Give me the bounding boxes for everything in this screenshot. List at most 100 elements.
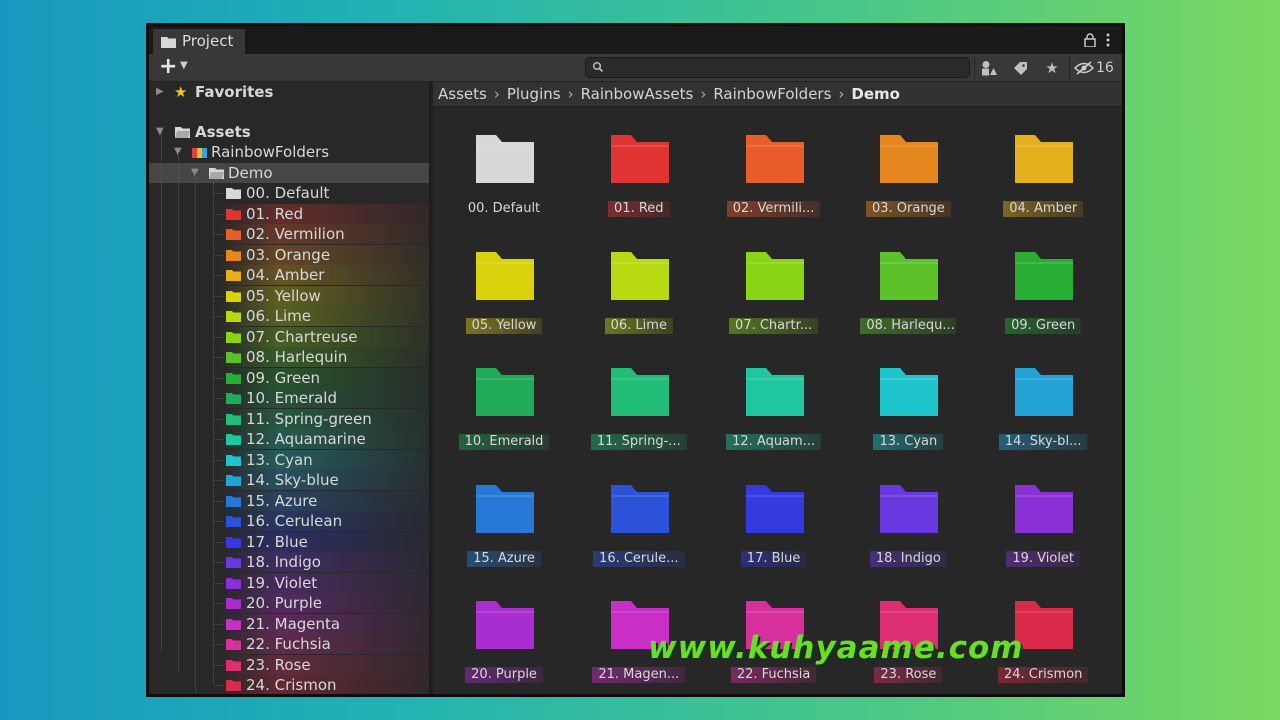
filter-by-label-button[interactable]: [1005, 56, 1035, 80]
folder-icon: [476, 368, 534, 416]
folder-icon: [226, 454, 241, 466]
tree-branch-line: [214, 193, 223, 194]
collapse-arrow-icon[interactable]: ▼: [156, 122, 164, 142]
chevron-down-icon[interactable]: ▼: [180, 60, 188, 71]
create-button[interactable]: +: [159, 56, 177, 78]
folder-label: 12. Aquam...: [726, 434, 822, 450]
folder-label: 14. Sky-bl...: [998, 434, 1088, 450]
folder-tile[interactable]: 11. Spring-...: [572, 341, 706, 457]
folder-tile[interactable]: 07. Chartr...: [707, 225, 841, 341]
tree-folder-item[interactable]: 20. Purple: [149, 593, 429, 613]
tree-assets[interactable]: ▼ Assets: [149, 122, 429, 142]
folder-tile[interactable]: 09. Green: [976, 225, 1110, 341]
tree-folder-item[interactable]: 10. Emerald: [149, 388, 429, 408]
tree-folder-item[interactable]: 23. Rose: [149, 654, 429, 675]
tree-folder-item[interactable]: 09. Green: [149, 367, 429, 388]
breadcrumb-item[interactable]: RainbowAssets: [581, 82, 694, 107]
tag-icon: [1013, 61, 1027, 75]
lock-icon[interactable]: [1084, 33, 1096, 47]
folder-icon: [610, 251, 669, 300]
folder-icon: [476, 601, 534, 649]
folder-grid: 00. Default 01. Red 02. Vermili... 03. Oran…: [433, 108, 1122, 694]
tree-branch-line: [214, 377, 223, 379]
tree-folder-item[interactable]: 00. Default: [149, 183, 429, 203]
folder-label: 02. Vermili...: [726, 201, 821, 217]
folder-label-wrap: 01. Red: [572, 201, 706, 222]
tree-folder-item[interactable]: 13. Cyan: [149, 449, 429, 470]
tab-project[interactable]: Project: [153, 29, 245, 54]
folder-tile[interactable]: 18. Indigo: [841, 458, 975, 574]
folder-tile[interactable]: 12. Aquam...: [707, 341, 841, 457]
search-input[interactable]: [586, 59, 969, 79]
folder-open-icon: [209, 168, 224, 179]
save-search-button[interactable]: ★: [1037, 56, 1067, 80]
tree-label: 07. Chartreuse: [246, 327, 358, 346]
folder-tile[interactable]: 15. Azure: [437, 458, 571, 574]
tree-folder-item[interactable]: 18. Indigo: [149, 552, 429, 572]
folder-tile[interactable]: 08. Harlequ...: [841, 225, 975, 341]
tree-rainbowfolders[interactable]: ▼ RainbowFolders: [149, 142, 429, 162]
folder-tile[interactable]: 04. Amber: [976, 108, 1110, 224]
tree-branch-line: [214, 500, 223, 502]
breadcrumb-item[interactable]: Demo: [851, 82, 900, 107]
tree-branch-line: [214, 480, 223, 481]
tree-folder-item[interactable]: 12. Aquamarine: [149, 429, 429, 449]
folder-tile[interactable]: 03. Orange: [841, 108, 975, 224]
folder-label: 18. Indigo: [869, 550, 947, 567]
folder-tile[interactable]: 06. Lime: [572, 225, 706, 341]
folder-tile[interactable]: 20. Purple: [437, 574, 571, 690]
tree-folder-item[interactable]: 17. Blue: [149, 531, 429, 552]
breadcrumb-item[interactable]: Plugins: [507, 82, 561, 107]
tab-bar: Project: [149, 26, 1122, 54]
search-field[interactable]: [585, 57, 970, 79]
tree-folder-item[interactable]: 14. Sky-blue: [149, 470, 429, 490]
tree-folder-item[interactable]: 16. Cerulean: [149, 511, 429, 531]
tree-branch-line: [214, 295, 223, 297]
tree-folder-item[interactable]: 22. Fuchsia: [149, 634, 429, 654]
folder-icon: [745, 368, 804, 416]
breadcrumb-item[interactable]: RainbowFolders: [713, 82, 831, 107]
folder-tile[interactable]: 19. Violet: [976, 458, 1110, 574]
folder-tile[interactable]: 10. Emerald: [437, 341, 571, 457]
tree-demo[interactable]: ▼ Demo: [149, 163, 429, 183]
tree-branch-line: [214, 336, 223, 338]
folder-tile[interactable]: 00. Default: [437, 108, 571, 224]
tree-folder-item[interactable]: 02. Vermilion: [149, 224, 429, 244]
tree-branch-line: [214, 234, 223, 235]
folder-label-wrap: 06. Lime: [572, 317, 706, 339]
tree-folder-item[interactable]: 05. Yellow: [149, 285, 429, 306]
tree-label: 03. Orange: [246, 245, 331, 264]
folder-tile[interactable]: 17. Blue: [707, 458, 841, 574]
tree-folder-item[interactable]: 11. Spring-green: [149, 408, 429, 429]
folder-tile[interactable]: 13. Cyan: [841, 341, 975, 457]
tree-folder-item[interactable]: 01. Red: [149, 203, 429, 224]
tree-folder-item[interactable]: 04. Amber: [149, 265, 429, 285]
folder-open-icon: [175, 127, 190, 138]
expand-arrow-icon[interactable]: ▶: [156, 82, 164, 102]
folder-tile[interactable]: 01. Red: [572, 108, 706, 224]
tree-favorites[interactable]: ▶ ★ Favorites: [149, 82, 429, 102]
tree-folder-item[interactable]: 08. Harlequin: [149, 347, 429, 367]
folder-icon: [226, 413, 241, 425]
folder-label: 06. Lime: [604, 317, 673, 334]
folder-tile[interactable]: 16. Cerule...: [572, 458, 706, 574]
folder-tile[interactable]: 14. Sky-bl...: [976, 341, 1110, 457]
tree-folder-item[interactable]: 19. Violet: [149, 572, 429, 593]
tree-folder-item[interactable]: 03. Orange: [149, 244, 429, 265]
tree-folder-item[interactable]: 06. Lime: [149, 306, 429, 326]
kebab-menu-icon[interactable]: [1106, 33, 1110, 47]
folder-label: 21. Magen...: [592, 667, 686, 683]
folder-tile[interactable]: 02. Vermili...: [707, 108, 841, 224]
folder-icon: [610, 484, 669, 533]
filter-by-type-button[interactable]: [974, 56, 1004, 80]
folder-tile[interactable]: 05. Yellow: [437, 225, 571, 341]
tab-controls: [1084, 30, 1110, 50]
tree-folder-item[interactable]: 24. Crismon: [149, 675, 429, 694]
tree-folder-item[interactable]: 07. Chartreuse: [149, 326, 429, 347]
tree-folder-item[interactable]: 21. Magenta: [149, 613, 429, 634]
folder-icon: [226, 536, 241, 548]
hidden-packages-toggle[interactable]: 16: [1074, 56, 1114, 80]
breadcrumb-item[interactable]: Assets: [438, 82, 487, 107]
tree-folder-item[interactable]: 15. Azure: [149, 490, 429, 511]
tree-label: 01. Red: [246, 204, 304, 223]
